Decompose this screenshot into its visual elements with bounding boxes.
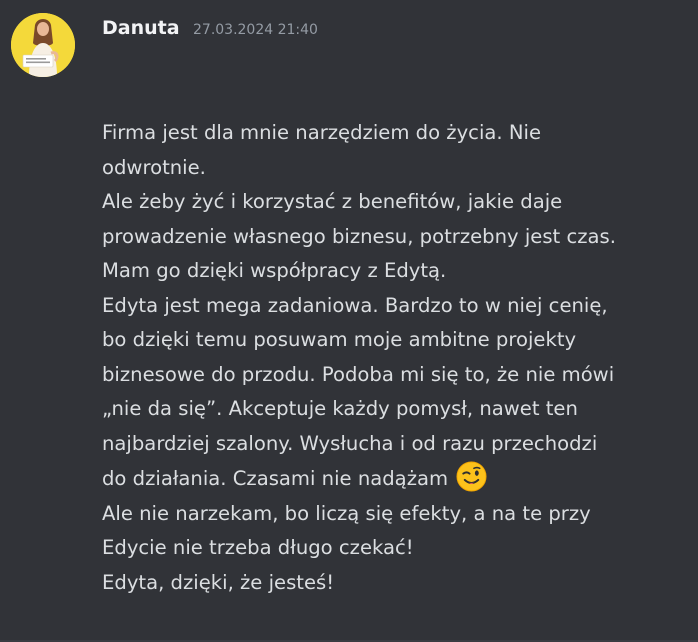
message-line: „nie da się”. Akceptuje każdy pomysł, na…	[102, 397, 578, 420]
message-line-with-emoji: do działania. Czasami nie nadążam	[102, 461, 692, 497]
message-timestamp[interactable]: 27.03.2024 21:40	[193, 21, 318, 39]
winking-face-emoji-icon[interactable]	[456, 461, 487, 492]
message-line: Firma jest dla mnie narzędziem do życia.…	[102, 121, 542, 144]
avatar-icon	[11, 13, 75, 77]
message-author[interactable]: Danuta	[102, 16, 180, 40]
message-line: Edyta jest mega zadaniowa. Bardzo to w n…	[102, 293, 608, 317]
message-line: Ale żeby żyć i korzystać z benefitów, ja…	[102, 190, 563, 213]
message-line: odwrotnie.	[102, 155, 206, 179]
chat-message: Danuta 27.03.2024 21:40 Firma jest dla m…	[0, 0, 698, 642]
message-line: Edyta, dzięki, że jesteś!	[102, 570, 335, 594]
message-line: Mam go dzięki współpracy z Edytą.	[102, 259, 447, 282]
message-line: biznesowe do przodu. Podoba mi się to, ż…	[102, 362, 615, 386]
message-line: bo dzięki temu posuwam moje ambitne proj…	[102, 328, 577, 351]
message-line-text: do działania. Czasami nie nadążam	[102, 467, 449, 490]
message-line: Ale nie narzekam, bo liczą się efekty, a…	[102, 501, 591, 525]
message-line: najbardziej szalony. Wysłucha i od razu …	[102, 431, 598, 455]
message-content: Firma jest dla mnie narzędziem do życia.…	[102, 116, 692, 600]
user-avatar[interactable]	[11, 13, 75, 77]
message-line: prowadzenie własnego biznesu, potrzebny …	[102, 224, 616, 248]
message-line: Edycie nie trzeba długo czekać!	[102, 536, 414, 559]
